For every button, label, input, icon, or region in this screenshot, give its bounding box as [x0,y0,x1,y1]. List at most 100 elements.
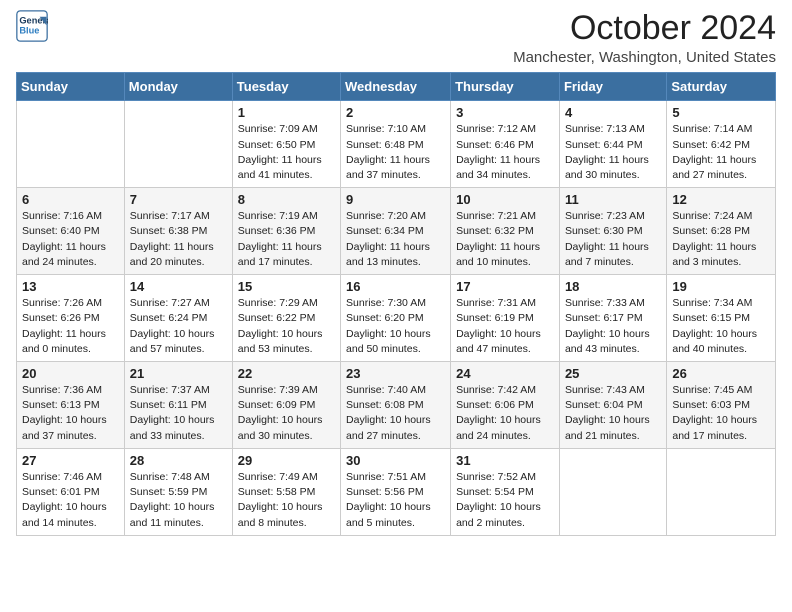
day-info: Sunrise: 7:20 AM Sunset: 6:34 PM Dayligh… [346,209,445,270]
day-info: Sunrise: 7:39 AM Sunset: 6:09 PM Dayligh… [238,383,335,444]
day-number: 25 [565,366,661,381]
day-number: 27 [22,453,119,468]
page: General Blue October 2024 Manchester, Wa… [0,0,792,612]
calendar-day-header: Monday [124,73,232,101]
day-info: Sunrise: 7:16 AM Sunset: 6:40 PM Dayligh… [22,209,119,270]
day-info: Sunrise: 7:29 AM Sunset: 6:22 PM Dayligh… [238,296,335,357]
day-info: Sunrise: 7:45 AM Sunset: 6:03 PM Dayligh… [672,383,770,444]
calendar-cell: 19 Sunrise: 7:34 AM Sunset: 6:15 PM Dayli… [667,275,776,362]
calendar-cell: 4Sunrise: 7:13 AM Sunset: 6:44 PM Daylig… [559,101,666,188]
day-info: Sunrise: 7:49 AM Sunset: 5:58 PM Dayligh… [238,470,335,531]
calendar-cell: 14Sunrise: 7:27 AM Sunset: 6:24 PM Dayli… [124,275,232,362]
calendar-header-row: SundayMondayTuesdayWednesdayThursdayFrid… [17,73,776,101]
day-number: 21 [130,366,227,381]
day-info: Sunrise: 7:43 AM Sunset: 6:04 PM Dayligh… [565,383,661,444]
calendar-cell: 27 Sunrise: 7:46 AM Sunset: 6:01 PM Dayli… [17,448,125,535]
day-info: Sunrise: 7:34 AM Sunset: 6:15 PM Dayligh… [672,296,770,357]
calendar-cell [17,101,125,188]
day-info: Sunrise: 7:24 AM Sunset: 6:28 PM Dayligh… [672,209,770,270]
calendar-cell: 18 Sunrise: 7:33 AM Sunset: 6:17 PM Dayli… [559,275,666,362]
calendar-cell: 3Sunrise: 7:12 AM Sunset: 6:46 PM Daylig… [451,101,560,188]
calendar-cell: 24Sunrise: 7:42 AM Sunset: 6:06 PM Dayli… [451,362,560,449]
day-info: Sunrise: 7:17 AM Sunset: 6:38 PM Dayligh… [130,209,227,270]
day-number: 20 [22,366,119,381]
day-info: Sunrise: 7:37 AM Sunset: 6:11 PM Dayligh… [130,383,227,444]
day-info: Sunrise: 7:51 AM Sunset: 5:56 PM Dayligh… [346,470,445,531]
calendar-cell [124,101,232,188]
calendar-cell: 1 Sunrise: 7:09 AM Sunset: 6:50 PM Daylig… [232,101,340,188]
calendar-cell: 13 Sunrise: 7:26 AM Sunset: 6:26 PM Dayli… [17,275,125,362]
calendar-day-header: Thursday [451,73,560,101]
calendar-week-row: 20 Sunrise: 7:36 AM Sunset: 6:13 PM Dayli… [17,362,776,449]
calendar-cell: 28Sunrise: 7:48 AM Sunset: 5:59 PM Dayli… [124,448,232,535]
day-info: Sunrise: 7:48 AM Sunset: 5:59 PM Dayligh… [130,470,227,531]
month-title: October 2024 [513,10,776,47]
day-number: 23 [346,366,445,381]
day-number: 2 [346,105,445,120]
calendar-cell: 26 Sunrise: 7:45 AM Sunset: 6:03 PM Dayli… [667,362,776,449]
day-info: Sunrise: 7:52 AM Sunset: 5:54 PM Dayligh… [456,470,554,531]
day-info: Sunrise: 7:36 AM Sunset: 6:13 PM Dayligh… [22,383,119,444]
day-info: Sunrise: 7:09 AM Sunset: 6:50 PM Dayligh… [238,122,335,183]
day-number: 10 [456,192,554,207]
logo-icon: General Blue [16,10,48,42]
day-number: 29 [238,453,335,468]
svg-text:Blue: Blue [19,26,39,36]
calendar-day-header: Friday [559,73,666,101]
calendar-day-header: Tuesday [232,73,340,101]
logo: General Blue [16,10,48,42]
day-info: Sunrise: 7:14 AM Sunset: 6:42 PM Dayligh… [672,122,770,183]
day-info: Sunrise: 7:19 AM Sunset: 6:36 PM Dayligh… [238,209,335,270]
calendar-week-row: 6 Sunrise: 7:16 AM Sunset: 6:40 PM Daylig… [17,188,776,275]
calendar-cell: 21 Sunrise: 7:37 AM Sunset: 6:11 PM Dayli… [124,362,232,449]
day-number: 17 [456,279,554,294]
day-info: Sunrise: 7:12 AM Sunset: 6:46 PM Dayligh… [456,122,554,183]
calendar-cell: 29 Sunrise: 7:49 AM Sunset: 5:58 PM Dayli… [232,448,340,535]
calendar-table: SundayMondayTuesdayWednesdayThursdayFrid… [16,72,776,535]
day-info: Sunrise: 7:40 AM Sunset: 6:08 PM Dayligh… [346,383,445,444]
day-number: 7 [130,192,227,207]
calendar-cell: 31Sunrise: 7:52 AM Sunset: 5:54 PM Dayli… [451,448,560,535]
day-info: Sunrise: 7:30 AM Sunset: 6:20 PM Dayligh… [346,296,445,357]
day-number: 13 [22,279,119,294]
day-info: Sunrise: 7:13 AM Sunset: 6:44 PM Dayligh… [565,122,661,183]
day-info: Sunrise: 7:23 AM Sunset: 6:30 PM Dayligh… [565,209,661,270]
calendar-week-row: 27 Sunrise: 7:46 AM Sunset: 6:01 PM Dayli… [17,448,776,535]
calendar-cell: 8 Sunrise: 7:19 AM Sunset: 6:36 PM Daylig… [232,188,340,275]
calendar-cell [667,448,776,535]
calendar-cell: 2 Sunrise: 7:10 AM Sunset: 6:48 PM Daylig… [341,101,451,188]
day-info: Sunrise: 7:26 AM Sunset: 6:26 PM Dayligh… [22,296,119,357]
day-number: 9 [346,192,445,207]
calendar-cell: 7 Sunrise: 7:17 AM Sunset: 6:38 PM Daylig… [124,188,232,275]
day-number: 18 [565,279,661,294]
day-number: 12 [672,192,770,207]
calendar-cell: 30 Sunrise: 7:51 AM Sunset: 5:56 PM Dayli… [341,448,451,535]
day-number: 22 [238,366,335,381]
calendar-cell: 5 Sunrise: 7:14 AM Sunset: 6:42 PM Daylig… [667,101,776,188]
calendar-day-header: Wednesday [341,73,451,101]
calendar-cell: 15Sunrise: 7:29 AM Sunset: 6:22 PM Dayli… [232,275,340,362]
day-number: 30 [346,453,445,468]
title-block: October 2024 Manchester, Washington, Uni… [513,10,776,66]
calendar-cell: 23 Sunrise: 7:40 AM Sunset: 6:08 PM Dayli… [341,362,451,449]
day-number: 19 [672,279,770,294]
day-info: Sunrise: 7:21 AM Sunset: 6:32 PM Dayligh… [456,209,554,270]
day-number: 14 [130,279,227,294]
day-info: Sunrise: 7:42 AM Sunset: 6:06 PM Dayligh… [456,383,554,444]
day-number: 26 [672,366,770,381]
header: General Blue October 2024 Manchester, Wa… [16,10,776,66]
calendar-cell: 16Sunrise: 7:30 AM Sunset: 6:20 PM Dayli… [341,275,451,362]
calendar-cell: 6 Sunrise: 7:16 AM Sunset: 6:40 PM Daylig… [17,188,125,275]
day-info: Sunrise: 7:10 AM Sunset: 6:48 PM Dayligh… [346,122,445,183]
day-info: Sunrise: 7:46 AM Sunset: 6:01 PM Dayligh… [22,470,119,531]
day-info: Sunrise: 7:31 AM Sunset: 6:19 PM Dayligh… [456,296,554,357]
calendar-cell: 22 Sunrise: 7:39 AM Sunset: 6:09 PM Dayli… [232,362,340,449]
day-number: 5 [672,105,770,120]
day-number: 1 [238,105,335,120]
day-number: 6 [22,192,119,207]
day-info: Sunrise: 7:33 AM Sunset: 6:17 PM Dayligh… [565,296,661,357]
calendar-week-row: 13 Sunrise: 7:26 AM Sunset: 6:26 PM Dayli… [17,275,776,362]
calendar-cell: 9 Sunrise: 7:20 AM Sunset: 6:34 PM Daylig… [341,188,451,275]
day-number: 11 [565,192,661,207]
day-number: 8 [238,192,335,207]
